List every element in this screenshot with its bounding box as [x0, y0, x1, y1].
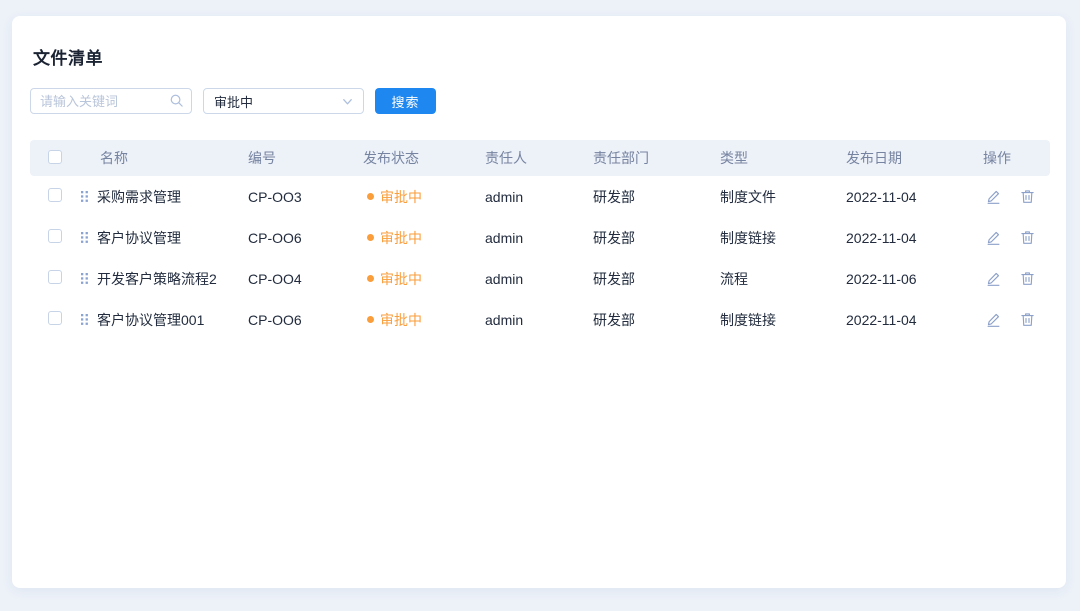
drag-handle-icon[interactable] [80, 231, 89, 244]
file-list-card: 文件清单 审批中 搜索 名称 编号 发布状态 责任人 责任部门 [12, 16, 1066, 588]
file-code: CP-OO4 [248, 271, 363, 287]
search-input[interactable] [30, 88, 192, 114]
status-badge: 审批中 [363, 228, 485, 248]
status-badge: 审批中 [363, 310, 485, 330]
drag-handle-icon[interactable] [80, 190, 89, 203]
toolbar: 审批中 搜索 [33, 88, 1048, 114]
row-checkbox[interactable] [48, 270, 62, 284]
file-name: 客户协议管理001 [97, 310, 204, 330]
table-row: 开发客户策略流程2 CP-OO4 审批中 admin 研发部 流程 2022-1… [30, 258, 1050, 299]
status-filter-value: 审批中 [214, 92, 341, 111]
owner: admin [485, 312, 593, 328]
page-title: 文件清单 [33, 44, 1048, 69]
edit-icon[interactable] [986, 271, 1001, 286]
status-filter-select[interactable]: 审批中 [203, 88, 364, 114]
publish-date: 2022-11-04 [846, 189, 983, 205]
col-header-code: 编号 [248, 148, 363, 168]
table-row: 客户协议管理001 CP-OO6 审批中 admin 研发部 制度链接 2022… [30, 299, 1050, 340]
status-dot-icon [367, 316, 374, 323]
select-all-checkbox[interactable] [48, 150, 62, 164]
delete-icon[interactable] [1020, 230, 1035, 245]
publish-date: 2022-11-06 [846, 271, 983, 287]
owner: admin [485, 230, 593, 246]
status-badge: 审批中 [363, 187, 485, 207]
drag-handle-icon[interactable] [80, 313, 89, 326]
col-header-name: 名称 [70, 148, 248, 168]
col-header-owner: 责任人 [485, 148, 593, 168]
table-body: 采购需求管理 CP-OO3 审批中 admin 研发部 制度文件 2022-11… [30, 176, 1050, 340]
file-name: 客户协议管理 [97, 228, 181, 248]
department: 研发部 [593, 269, 720, 289]
file-code: CP-OO6 [248, 312, 363, 328]
file-type: 制度文件 [720, 187, 846, 207]
search-button[interactable]: 搜索 [375, 88, 436, 114]
chevron-down-icon [341, 95, 354, 108]
file-type: 制度链接 [720, 310, 846, 330]
publish-date: 2022-11-04 [846, 230, 983, 246]
file-table: 名称 编号 发布状态 责任人 责任部门 类型 发布日期 操作 采购需求管理 CP… [30, 140, 1050, 340]
col-header-ops: 操作 [983, 148, 1050, 168]
delete-icon[interactable] [1020, 312, 1035, 327]
status-dot-icon [367, 275, 374, 282]
file-code: CP-OO6 [248, 230, 363, 246]
publish-date: 2022-11-04 [846, 312, 983, 328]
department: 研发部 [593, 228, 720, 248]
status-text: 审批中 [380, 228, 422, 248]
delete-icon[interactable] [1020, 271, 1035, 286]
department: 研发部 [593, 187, 720, 207]
table-row: 采购需求管理 CP-OO3 审批中 admin 研发部 制度文件 2022-11… [30, 176, 1050, 217]
drag-handle-icon[interactable] [80, 272, 89, 285]
col-header-department: 责任部门 [593, 148, 720, 168]
status-text: 审批中 [380, 310, 422, 330]
edit-icon[interactable] [986, 189, 1001, 204]
file-name: 开发客户策略流程2 [97, 269, 217, 289]
row-checkbox[interactable] [48, 188, 62, 202]
status-badge: 审批中 [363, 269, 485, 289]
row-checkbox[interactable] [48, 311, 62, 325]
file-name: 采购需求管理 [97, 187, 181, 207]
table-header-row: 名称 编号 发布状态 责任人 责任部门 类型 发布日期 操作 [30, 140, 1050, 176]
owner: admin [485, 271, 593, 287]
col-header-type: 类型 [720, 148, 846, 168]
table-row: 客户协议管理 CP-OO6 审批中 admin 研发部 制度链接 2022-11… [30, 217, 1050, 258]
col-header-date: 发布日期 [846, 148, 983, 168]
edit-icon[interactable] [986, 312, 1001, 327]
keyword-search-box [30, 88, 192, 114]
status-dot-icon [367, 234, 374, 241]
file-code: CP-OO3 [248, 189, 363, 205]
status-text: 审批中 [380, 269, 422, 289]
status-dot-icon [367, 193, 374, 200]
file-type: 流程 [720, 269, 846, 289]
status-text: 审批中 [380, 187, 422, 207]
delete-icon[interactable] [1020, 189, 1035, 204]
department: 研发部 [593, 310, 720, 330]
edit-icon[interactable] [986, 230, 1001, 245]
row-checkbox[interactable] [48, 229, 62, 243]
file-type: 制度链接 [720, 228, 846, 248]
owner: admin [485, 189, 593, 205]
col-header-status: 发布状态 [363, 148, 485, 168]
